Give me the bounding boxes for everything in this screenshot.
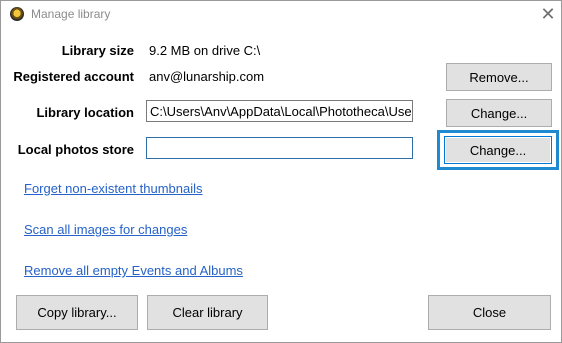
library-size-value: 9.2 MB on drive C:\: [149, 43, 261, 58]
registered-account-label: Registered account: [13, 69, 134, 84]
local-photos-store-label: Local photos store: [17, 142, 134, 157]
window-title: Manage library: [31, 7, 111, 21]
local-photos-store-field[interactable]: [146, 137, 413, 159]
registered-account-value: anv@lunarship.com: [149, 69, 265, 84]
phototheca-app-icon: [10, 7, 24, 21]
change-location-button[interactable]: Change...: [446, 99, 552, 127]
copy-library-button[interactable]: Copy library...: [16, 295, 138, 330]
close-button[interactable]: Close: [428, 295, 551, 330]
library-location-label: Library location: [36, 105, 134, 120]
forget-thumbnails-link[interactable]: Forget non-existent thumbnails: [24, 181, 202, 196]
remove-account-button[interactable]: Remove...: [446, 63, 552, 91]
manage-library-dialog: Manage library ✕ Library size 9.2 MB on …: [0, 0, 562, 343]
remove-empty-events-link[interactable]: Remove all empty Events and Albums: [24, 263, 243, 278]
library-size-label: Library size: [61, 43, 134, 58]
clear-library-button[interactable]: Clear library: [147, 295, 268, 330]
change-photos-store-button[interactable]: Change...: [444, 136, 552, 164]
close-icon[interactable]: ✕: [537, 3, 559, 25]
library-location-field[interactable]: C:\Users\Anv\AppData\Local\Phototheca\Us…: [146, 100, 413, 122]
scan-images-link[interactable]: Scan all images for changes: [24, 222, 187, 237]
title-bar: Manage library ✕: [1, 1, 561, 30]
